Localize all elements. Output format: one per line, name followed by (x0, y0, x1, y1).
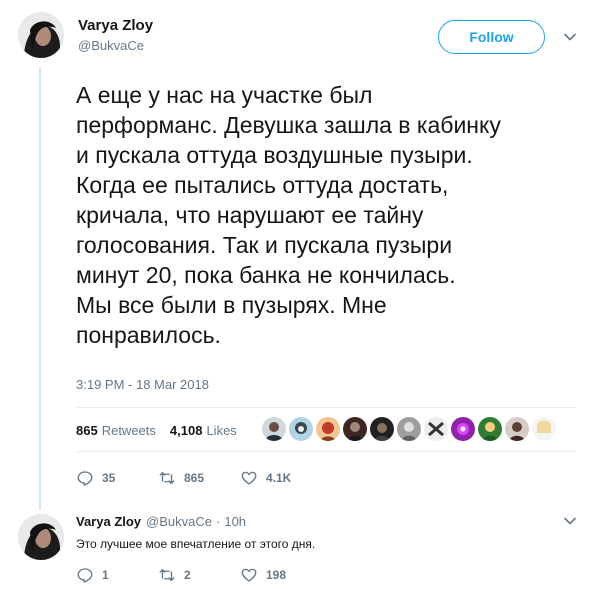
heart-icon (241, 568, 257, 582)
tweet-text-line: Когда ее пытались оттуда достать, (76, 172, 449, 198)
heart-icon (241, 471, 257, 485)
reply-actions: 1 2 198 (76, 566, 322, 584)
reply-count: 35 (102, 471, 116, 485)
reply-author-name[interactable]: Varya Zloy (76, 514, 141, 529)
tweet-text-line: кричала, что нарушают ее тайну (76, 202, 424, 228)
tweet-text-line: голосования. Так и пускала пузыри (76, 232, 453, 258)
liker-avatar[interactable] (397, 417, 421, 441)
liker-avatar[interactable] (343, 417, 367, 441)
tweet-actions: 35 865 4.1K (76, 469, 322, 487)
thread-connector-line (39, 68, 41, 510)
reply-button[interactable]: 1 (76, 566, 158, 584)
retweets-count[interactable]: 865 (76, 423, 98, 438)
reply-header: Varya Zloy @BukvaCe · 10h (76, 514, 246, 529)
like-count: 4.1K (266, 471, 292, 485)
like-button[interactable]: 4.1K (240, 469, 322, 487)
liker-avatar[interactable] (370, 417, 394, 441)
like-button[interactable]: 198 (240, 566, 322, 584)
likes-label[interactable]: Likes (206, 423, 236, 438)
chevron-down-icon[interactable] (563, 30, 577, 44)
author-avatar[interactable] (18, 12, 64, 58)
divider (76, 451, 576, 452)
reply-count: 1 (102, 568, 109, 582)
reply-icon (77, 568, 93, 583)
reply-separator: · (216, 514, 221, 529)
tweet-stats: 865 Retweets 4,108 Likes (76, 423, 251, 438)
liker-avatar[interactable] (424, 417, 448, 441)
retweet-button[interactable]: 865 (158, 469, 240, 487)
liker-avatar[interactable] (289, 417, 313, 441)
likes-count[interactable]: 4,108 (170, 423, 203, 438)
chevron-down-icon[interactable] (563, 514, 577, 528)
tweet-text-line: А еще у нас на участке был (76, 82, 373, 108)
reply-text: Это лучшее мое впечатление от этого дня. (76, 537, 316, 551)
tweet-timestamp[interactable]: 3:19 PM - 18 Mar 2018 (76, 377, 209, 392)
liker-avatar[interactable] (478, 417, 502, 441)
retweet-icon (159, 569, 175, 581)
liker-avatar[interactable] (451, 417, 475, 441)
retweet-button[interactable]: 2 (158, 566, 240, 584)
reply-author-avatar[interactable] (18, 514, 64, 560)
like-count: 198 (266, 568, 287, 582)
likers-avatars (262, 417, 559, 441)
tweet-text: А еще у нас на участке был перформанс. Д… (76, 80, 596, 350)
retweet-count: 2 (184, 568, 191, 582)
reply-time[interactable]: 10h (224, 514, 246, 529)
tweet-text-line: и пускала оттуда воздушные пузыри. (76, 142, 473, 168)
follow-button[interactable]: Follow (438, 20, 545, 54)
liker-avatar[interactable] (532, 417, 556, 441)
tweet-text-line: перформанс. Девушка зашла в кабинку (76, 112, 501, 138)
author-name[interactable]: Varya Zloy (78, 17, 153, 34)
liker-avatar[interactable] (316, 417, 340, 441)
author-handle[interactable]: @BukvaCe (78, 38, 144, 53)
tweet-text-line: минут 20, пока банка не кончилась. (76, 262, 456, 288)
retweets-label[interactable]: Retweets (102, 423, 156, 438)
liker-avatar[interactable] (262, 417, 286, 441)
tweet-text-line: Мы все были в пузырях. Мне (76, 292, 387, 318)
retweet-count: 865 (184, 471, 205, 485)
liker-avatar[interactable] (505, 417, 529, 441)
reply-author-handle[interactable]: @BukvaCe (146, 514, 212, 529)
tweet-text-line: понравилось. (76, 322, 221, 348)
divider (76, 407, 576, 408)
retweet-icon (159, 472, 175, 484)
reply-icon (77, 471, 93, 486)
reply-button[interactable]: 35 (76, 469, 158, 487)
